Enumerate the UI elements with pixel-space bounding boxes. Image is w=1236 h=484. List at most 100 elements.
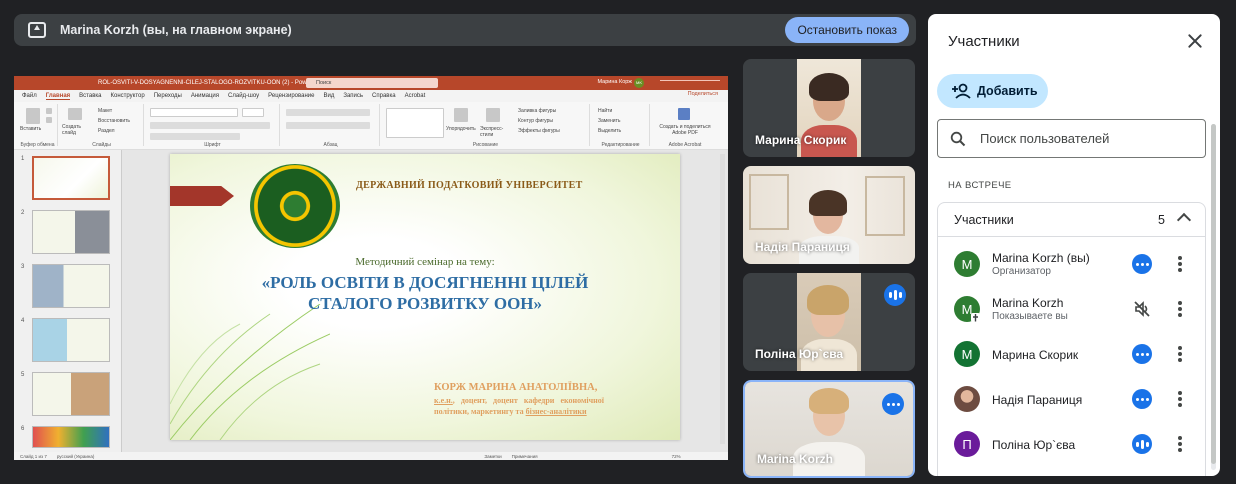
font-format-buttons[interactable] [150, 122, 270, 129]
slide-thumbnail[interactable] [32, 210, 110, 254]
ppt-user-avatar[interactable]: MK [634, 78, 644, 88]
more-options-icon[interactable] [1132, 389, 1152, 409]
select-label[interactable]: Выделить [598, 128, 621, 134]
shapes-gallery[interactable] [386, 108, 444, 138]
acrobat-label[interactable]: Создать и поделиться Adobe PDF [654, 124, 716, 136]
status-slide-info: Слайд 1 из 7 [20, 453, 47, 459]
ppt-tab[interactable]: Acrobat [405, 93, 426, 99]
panel-scroll-thumb[interactable] [1211, 124, 1216, 464]
font-name-field[interactable] [150, 108, 238, 117]
participant-row[interactable]: Надія Параниця [938, 378, 1205, 422]
slide-thumbnail[interactable] [32, 156, 110, 200]
font-color-buttons[interactable] [150, 133, 240, 140]
participant-row[interactable]: M Марина Скорик [938, 333, 1205, 377]
ppt-search-box[interactable]: Поиск [306, 78, 438, 88]
kebab-menu-icon[interactable] [1178, 391, 1182, 407]
paste-icon[interactable] [26, 108, 40, 124]
kebab-menu-icon[interactable] [1178, 256, 1182, 272]
participant-row[interactable]: M Marina Korzh Показываете вы [938, 288, 1205, 332]
kebab-menu-icon[interactable] [1178, 346, 1182, 362]
ppt-tab[interactable]: Переходы [154, 93, 182, 99]
slide-canvas[interactable]: ДЕРЖАВНИЙ ПОДАТКОВИЙ УНІВЕРСИТЕТ Методич… [170, 154, 680, 440]
status-zoom[interactable]: 72% [672, 454, 681, 459]
ppt-tab[interactable]: Слайд-шоу [228, 93, 259, 99]
ppt-share-button[interactable]: Поделиться [688, 91, 718, 97]
ppt-status-bar: Слайд 1 из 7 русский (Украина) Заметки П… [14, 452, 728, 460]
stop-presenting-button[interactable]: Остановить показ [785, 17, 909, 43]
ppt-tab[interactable]: Вид [323, 93, 334, 99]
ppt-tab[interactable]: Анимация [191, 93, 219, 99]
find-label[interactable]: Найти [598, 108, 612, 114]
slide-thumbnail[interactable] [32, 318, 110, 362]
outline-label[interactable]: Контур фигуры [518, 118, 553, 124]
participant-role: Показываете вы [992, 311, 1068, 322]
participant-name: Марина Скорик [992, 348, 1079, 362]
styles-icon[interactable] [486, 108, 500, 122]
ppt-tab[interactable]: Рецензирование [268, 93, 314, 99]
align-buttons[interactable] [286, 122, 370, 129]
video-tile[interactable]: Надія Параниця [743, 166, 915, 264]
ppt-tab[interactable]: Файл [22, 93, 37, 99]
video-tile[interactable]: Марина Скорик [743, 59, 915, 157]
video-tile[interactable]: Marina Korzh [743, 380, 915, 478]
participants-group-header[interactable]: Участники 5 [938, 203, 1205, 237]
more-options-icon[interactable] [882, 393, 904, 415]
participant-hair [809, 73, 849, 101]
more-options-icon[interactable] [1132, 254, 1152, 274]
video-tile[interactable]: Поліна Юр`єва [743, 273, 915, 371]
ppt-tab[interactable]: Конструктор [110, 93, 144, 99]
styles-label[interactable]: Экспресс-стили [480, 126, 506, 138]
status-comments-button[interactable]: Примечания [512, 454, 538, 459]
kebab-menu-icon[interactable] [1178, 436, 1182, 452]
list-buttons[interactable] [286, 109, 370, 116]
participants-panel: Участники Добавить Поиск пользователей Н… [928, 14, 1220, 476]
participant-row[interactable]: M Marina Korzh (вы) Организатор [938, 243, 1205, 287]
search-people-input[interactable]: Поиск пользователей [937, 119, 1206, 158]
status-notes-button[interactable]: Заметки [484, 454, 501, 459]
chevron-up-icon[interactable] [1176, 212, 1192, 228]
ppt-tab[interactable]: Запись [343, 93, 363, 99]
reset-label[interactable]: Восстановить [98, 118, 130, 124]
fill-label[interactable]: Заливка фигуры [518, 108, 556, 114]
effects-label[interactable]: Эффекты фигуры [518, 128, 560, 134]
search-placeholder: Поиск пользователей [980, 131, 1110, 146]
more-options-icon[interactable] [1132, 344, 1152, 364]
thumb-number: 6 [21, 426, 25, 432]
arrange-icon[interactable] [454, 108, 468, 122]
slide-subtitle: Методичний семінар на тему: [355, 256, 495, 268]
panel-scrollbar[interactable] [1211, 124, 1216, 470]
paste-label[interactable]: Вставить [20, 126, 41, 132]
slide-thumbnail[interactable] [32, 426, 110, 448]
slide-thumbnails-panel: 1 2 3 4 5 6 [14, 150, 122, 452]
slide-thumbnail[interactable] [32, 264, 110, 308]
avatar: П [954, 431, 980, 457]
section-label[interactable]: Раздел [98, 128, 115, 134]
ppt-tab[interactable]: Вставка [79, 93, 101, 99]
participant-row[interactable]: П Поліна Юр`єва [938, 423, 1205, 467]
arrange-label[interactable]: Упорядочить [446, 126, 476, 132]
ribbon-group-label: Абзац [323, 142, 338, 148]
status-language: русский (Украина) [56, 453, 95, 459]
replace-label[interactable]: Заменить [598, 118, 620, 124]
muted-audio-icon[interactable] [1132, 299, 1152, 319]
window-controls-icon[interactable] [660, 80, 720, 86]
ribbon-group-acrobat: Создать и поделиться Adobe PDF Adobe Acr… [652, 104, 718, 148]
new-slide-icon[interactable] [68, 108, 82, 120]
slide-title-line-2: СТАЛОГО РОЗВИТКУ ООН» [307, 294, 543, 313]
close-icon[interactable] [1186, 32, 1204, 50]
font-size-field[interactable] [242, 108, 264, 117]
slide-scrollbar[interactable] [720, 154, 725, 444]
tile-name: Надія Параниця [755, 240, 850, 254]
new-slide-label[interactable]: Создать слайд [62, 124, 92, 136]
add-people-button[interactable]: Добавить [937, 74, 1048, 108]
present-screen-icon [28, 22, 46, 38]
kebab-menu-icon[interactable] [1178, 301, 1182, 317]
ppt-tab[interactable]: Главная [45, 93, 71, 100]
cut-icon[interactable] [46, 108, 52, 114]
slide-thumbnail[interactable] [32, 372, 110, 416]
ppt-tab[interactable]: Справка [372, 93, 396, 99]
ppt-workspace: 1 2 3 4 5 6 ДЕРЖАВНИЙ ПОДАТКОВИЙ УНІВЕРС… [14, 150, 728, 452]
layout-label[interactable]: Макет [98, 108, 112, 114]
acrobat-icon[interactable] [678, 108, 690, 120]
copy-icon[interactable] [46, 117, 52, 123]
